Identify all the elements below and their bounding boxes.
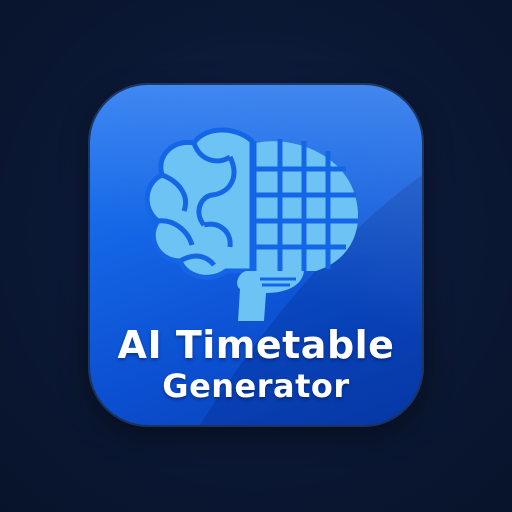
app-title-line-1: AI Timetable <box>117 323 395 367</box>
app-title-line-2: Generator <box>162 367 350 405</box>
app-icon-tile[interactable]: AI Timetable Generator <box>90 85 422 425</box>
brain-grid-icon <box>144 127 359 321</box>
canvas: AI Timetable Generator <box>0 0 512 512</box>
